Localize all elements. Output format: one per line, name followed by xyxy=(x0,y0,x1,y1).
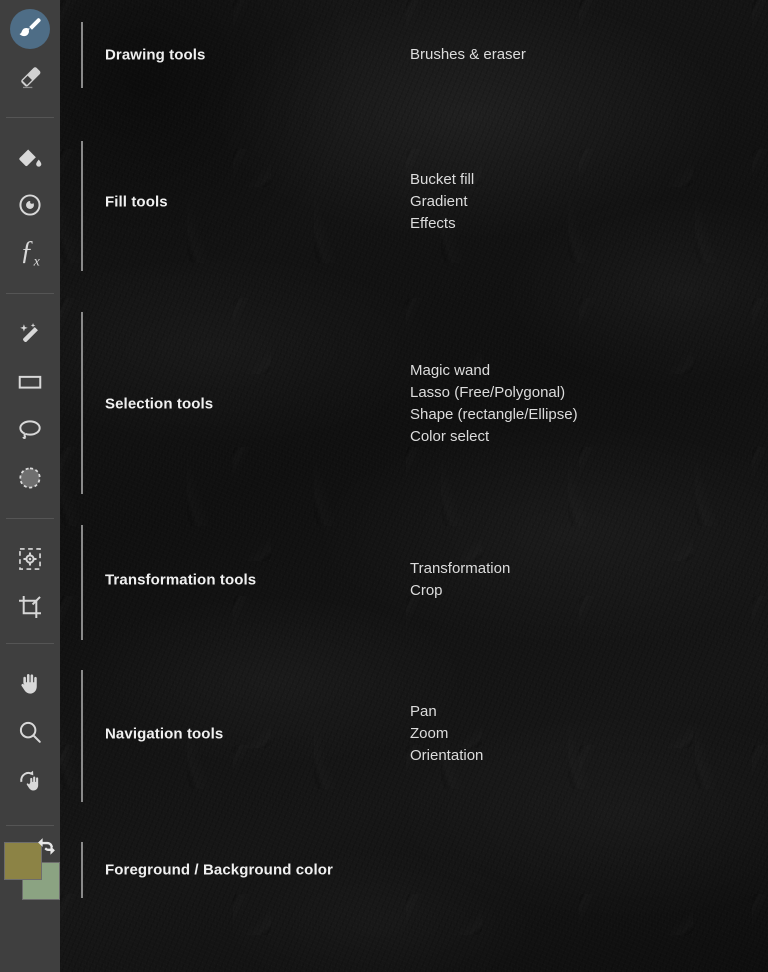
section-label: Fill tools xyxy=(105,193,168,211)
tool-button-crop[interactable] xyxy=(7,584,53,630)
magic-wand-icon xyxy=(20,323,38,343)
eraser-icon xyxy=(21,67,41,89)
section-item: Orientation xyxy=(410,747,484,764)
tool-button-transformation[interactable] xyxy=(7,536,53,582)
magnifier-zoom-icon xyxy=(19,721,41,743)
section-item: Crop xyxy=(410,582,443,599)
swap-arrows-icon[interactable] xyxy=(36,836,58,856)
section-item: Gradient xyxy=(410,193,468,210)
color-select-icon xyxy=(19,467,41,489)
rail-separator xyxy=(6,293,54,294)
section-rule xyxy=(81,312,83,494)
effects-fx-icon: ƒx xyxy=(20,234,40,270)
section-item: Bucket fill xyxy=(410,171,475,188)
rail-separator xyxy=(6,643,54,644)
paper-background xyxy=(60,0,768,972)
section-item: Transformation xyxy=(410,560,511,577)
section-item: Magic wand xyxy=(410,362,491,379)
section-item: Color select xyxy=(410,428,490,445)
tool-button-bucket-fill[interactable] xyxy=(7,134,53,180)
paint-bucket-icon xyxy=(19,149,42,167)
section-item: Brushes & eraser xyxy=(410,46,526,63)
tool-button-orientation[interactable] xyxy=(7,757,53,803)
section-label: Selection tools xyxy=(105,395,214,413)
foreground-background-swatches[interactable] xyxy=(0,836,60,912)
section-label: Drawing tools xyxy=(105,46,206,64)
hand-pan-icon xyxy=(21,673,37,694)
tool-button-magic-wand[interactable] xyxy=(7,311,53,357)
tool-button-eraser[interactable] xyxy=(7,54,53,100)
section-rule xyxy=(81,22,83,88)
section-label: Foreground / Background color xyxy=(105,861,333,879)
section-item: Pan xyxy=(410,703,437,720)
rectangle-select-icon xyxy=(18,375,42,389)
rotate-hand-icon xyxy=(20,770,39,791)
tool-button-brush[interactable] xyxy=(7,6,53,52)
section-rule xyxy=(81,670,83,802)
rail-separator xyxy=(6,117,54,118)
section-rule xyxy=(81,842,83,898)
transform-icon xyxy=(19,548,41,570)
tool-button-pan[interactable] xyxy=(7,661,53,707)
rail-separator xyxy=(6,518,54,519)
tool-button-color-select[interactable] xyxy=(7,455,53,501)
tool-button-gradient[interactable] xyxy=(7,182,53,228)
section-item: Shape (rectangle/Ellipse) xyxy=(410,406,578,423)
tool-button-shape-select[interactable] xyxy=(7,359,53,405)
section-items: Pan Zoom Orientation xyxy=(410,701,483,767)
section-items: Bucket fill Gradient Effects xyxy=(410,169,474,235)
section-items: Transformation Crop xyxy=(410,558,510,602)
section-rule xyxy=(81,525,83,640)
section-item: Effects xyxy=(410,215,456,232)
tool-rail: ƒx xyxy=(0,0,60,972)
brush-icon xyxy=(19,18,41,37)
section-label: Transformation tools xyxy=(105,571,257,589)
crop-icon xyxy=(19,596,41,618)
section-label: Navigation tools xyxy=(105,725,224,743)
lasso-icon xyxy=(19,420,41,439)
section-items: Brushes & eraser xyxy=(410,44,526,66)
tool-button-effects[interactable]: ƒx xyxy=(7,230,53,276)
section-item: Lasso (Free/Polygonal) xyxy=(410,384,566,401)
tool-button-lasso[interactable] xyxy=(7,407,53,453)
gradient-icon xyxy=(19,194,41,216)
section-rule xyxy=(81,141,83,271)
tool-button-zoom[interactable] xyxy=(7,709,53,755)
section-items: Magic wand Lasso (Free/Polygonal) Shape … xyxy=(410,360,578,448)
tools-overview-page: ƒx Drawing tools Brushes & eraser Fill t… xyxy=(0,0,768,972)
section-item: Zoom xyxy=(410,725,449,742)
rail-separator xyxy=(6,825,54,826)
